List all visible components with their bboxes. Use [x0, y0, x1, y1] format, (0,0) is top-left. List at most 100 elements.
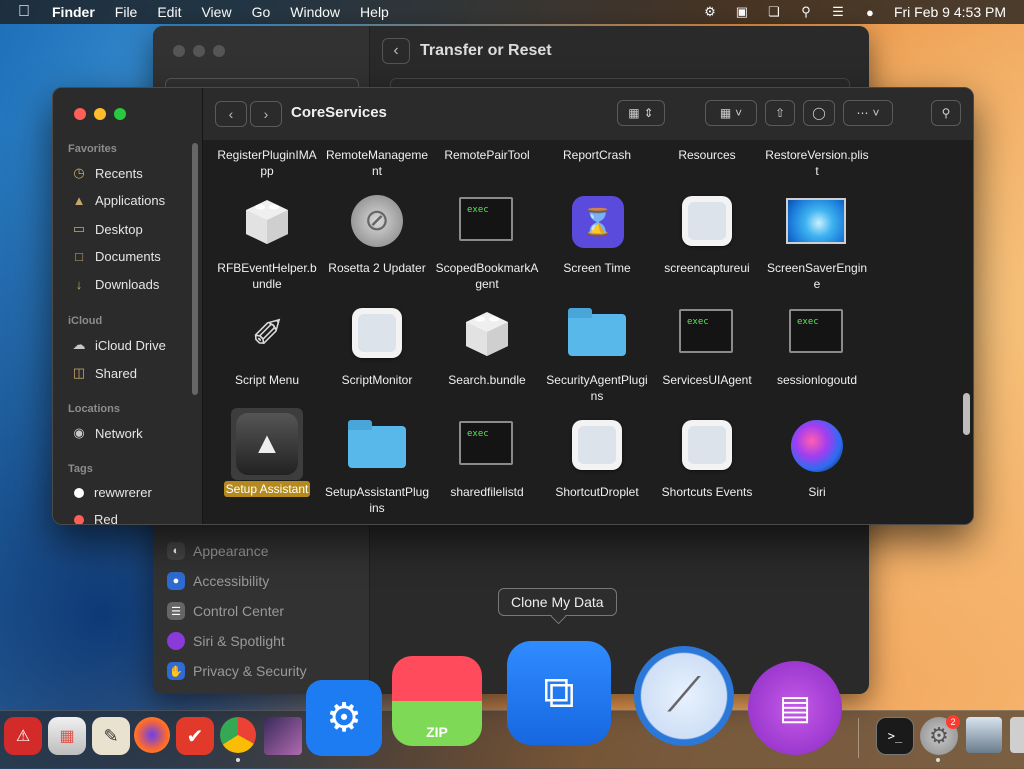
dock-archiver-zip-icon[interactable]: ZIP: [392, 656, 482, 746]
file-item[interactable]: exec sessionlogoutd: [762, 304, 872, 388]
file-item[interactable]: RemotePairTool: [432, 147, 542, 163]
sidebar-item-desktop[interactable]: ▭ Desktop: [71, 221, 143, 237]
sidebar-item-icloud-drive[interactable]: ☁ iCloud Drive: [71, 337, 166, 353]
settings-item-label: Appearance: [193, 543, 269, 559]
settings-item-control-center[interactable]: ☰ Control Center: [167, 596, 357, 626]
close-window-button[interactable]: [74, 108, 86, 120]
sidebar-item-applications[interactable]: ▲ Applications: [71, 193, 166, 208]
grid-view-icon: ▦: [628, 106, 640, 120]
dock-finder-window-icon[interactable]: [966, 717, 1002, 753]
bundle-lego-icon: [242, 196, 292, 248]
dock-trash-icon[interactable]: [1010, 717, 1024, 753]
file-item[interactable]: exec ServicesUIAgent: [652, 304, 762, 388]
spotlight-search-icon[interactable]: ⚲: [796, 4, 816, 20]
menu-edit[interactable]: Edit: [147, 4, 191, 20]
dock-preview-icon[interactable]: ✎: [92, 717, 130, 755]
script-scroll-icon: ✐: [251, 312, 285, 356]
tags-button[interactable]: ◯: [803, 100, 835, 126]
file-item[interactable]: ✐ Script Menu: [212, 304, 322, 388]
notification-badge: 2: [946, 715, 960, 729]
dock-chrome-icon[interactable]: [220, 717, 256, 753]
sidebar-item-network[interactable]: ◉ Network: [71, 425, 142, 441]
siri-orb-icon: [791, 420, 843, 472]
sidebar-item-shared[interactable]: ◫ Shared: [71, 365, 137, 381]
content-scrollbar[interactable]: [963, 393, 970, 435]
file-item[interactable]: ScreenSaverEngine: [762, 192, 872, 292]
vpn-shield-icon[interactable]: ⚙: [700, 4, 720, 20]
file-item[interactable]: exec sharedfilelistd: [432, 416, 542, 500]
tag-icon: ◯: [812, 106, 826, 120]
file-item[interactable]: ShortcutDroplet: [542, 416, 652, 500]
menu-clock[interactable]: Fri Feb 9 4:53 PM: [886, 4, 1024, 20]
minimize-window-button[interactable]: [94, 108, 106, 120]
window-icon[interactable]: ❏: [764, 4, 784, 20]
menu-file[interactable]: File: [105, 4, 148, 20]
generic-app-icon: [572, 420, 622, 470]
group-by-button[interactable]: ▦ ˅: [705, 100, 757, 126]
file-grid: RegisterPluginIMApp RemoteManagement Rem…: [203, 140, 973, 524]
terminal-exec-icon: exec: [459, 197, 513, 241]
file-item[interactable]: RegisterPluginIMApp: [212, 147, 322, 179]
file-item[interactable]: ⌛ Screen Time: [542, 192, 652, 276]
back-button[interactable]: ‹: [215, 101, 247, 127]
dock-security-app-icon[interactable]: ✔: [176, 717, 214, 755]
menu-go[interactable]: Go: [242, 4, 281, 20]
display-icon[interactable]: ▣: [732, 4, 752, 20]
dock-antivirus-shield-icon[interactable]: ⚠: [4, 717, 42, 755]
accessibility-icon: ●: [167, 572, 185, 590]
menu-help[interactable]: Help: [350, 4, 399, 20]
file-item[interactable]: Siri: [762, 416, 872, 500]
cloud-icon: ☁: [72, 337, 86, 352]
desktop-icon: ▭: [72, 221, 86, 236]
action-menu-button[interactable]: ⋯ ˅: [843, 100, 893, 126]
sidebar-item-recents[interactable]: ◷ Recents: [71, 165, 142, 181]
dock-terminal-icon[interactable]: >_: [876, 717, 914, 755]
settings-back-button[interactable]: ‹: [382, 38, 410, 64]
file-item[interactable]: exec ScopedBookmarkAgent: [432, 192, 542, 292]
sidebar-item-documents[interactable]: □ Documents: [71, 249, 161, 264]
settings-item-accessibility[interactable]: ● Accessibility: [167, 566, 357, 596]
sidebar-tag-rewwrerer[interactable]: rewwrerer: [71, 485, 152, 500]
globe-icon: ◉: [73, 425, 85, 440]
zoom-window-button[interactable]: [114, 108, 126, 120]
generic-app-icon: [682, 196, 732, 246]
view-mode-button[interactable]: ▦ ⇕: [617, 100, 665, 126]
search-button[interactable]: ⚲: [931, 100, 961, 126]
settings-traffic-lights: [173, 45, 225, 57]
group-grid-icon: ▦: [719, 106, 732, 120]
file-item[interactable]: screencaptureui: [652, 192, 762, 276]
share-button[interactable]: ⇧: [765, 100, 795, 126]
sidebar-tag-red[interactable]: Red: [71, 512, 118, 524]
file-item-selected[interactable]: ▲ Setup Assistant: [212, 408, 322, 497]
menu-view[interactable]: View: [191, 4, 241, 20]
dock-cleaner-squeegee-icon[interactable]: ⟋: [634, 646, 734, 746]
forward-button[interactable]: ›: [250, 101, 282, 127]
dock-photo-app-icon[interactable]: [264, 717, 302, 755]
file-item[interactable]: RFBEventHelper.bundle: [212, 192, 322, 292]
file-item[interactable]: SecurityAgentPlugins: [542, 304, 652, 404]
dock-clone-my-data-icon[interactable]: ⧉: [507, 641, 611, 745]
control-center-icon[interactable]: ☰: [828, 4, 848, 20]
settings-item-appearance[interactable]: ◐ Appearance: [167, 536, 357, 566]
file-item[interactable]: SetupAssistantPlugins: [322, 416, 432, 516]
siri-icon[interactable]: ●: [860, 4, 880, 20]
file-item[interactable]: ReportCrash: [542, 147, 652, 163]
settings-item-siri-spotlight[interactable]: Siri & Spotlight: [167, 626, 357, 656]
apple-menu-icon[interactable]: : [0, 3, 42, 21]
file-item[interactable]: RemoteManagement: [322, 147, 432, 179]
menu-app-finder[interactable]: Finder: [42, 4, 105, 20]
sidebar-scrollbar[interactable]: [192, 143, 198, 395]
file-item[interactable]: Search.bundle: [432, 304, 542, 388]
dock-firefox-icon[interactable]: [134, 717, 170, 753]
settings-item-label: Privacy & Security: [193, 663, 307, 679]
sidebar-item-downloads[interactable]: ↓ Downloads: [71, 277, 160, 292]
file-item[interactable]: Shortcuts Events: [652, 416, 762, 500]
file-item[interactable]: ⊘ Rosetta 2 Updater: [322, 192, 432, 276]
dock-monitor-activity-icon[interactable]: ▤: [748, 661, 842, 755]
menu-window[interactable]: Window: [280, 4, 350, 20]
file-item[interactable]: RestoreVersion.plist: [762, 147, 872, 179]
file-item[interactable]: Resources: [652, 147, 762, 163]
dock-launchpad-icon[interactable]: ▦: [48, 717, 86, 755]
dock-cleaner-broom-icon[interactable]: ⚙: [306, 680, 382, 756]
file-item[interactable]: ScriptMonitor: [322, 304, 432, 388]
